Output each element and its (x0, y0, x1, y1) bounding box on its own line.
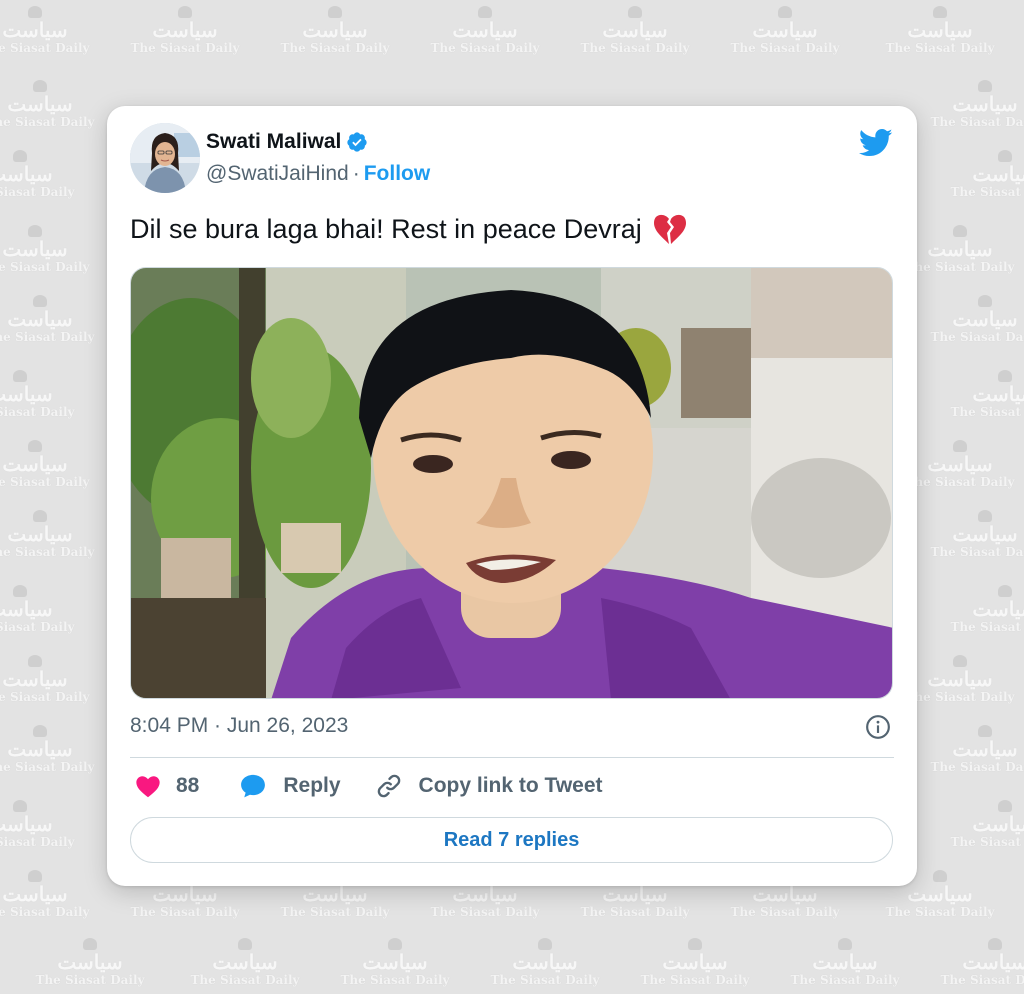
heart-icon (136, 776, 160, 798)
watermark: سیاستThe Siasat Daily (785, 938, 905, 986)
watermark: سیاستThe Siasat Daily (945, 370, 1024, 418)
watermark: سیاستThe Siasat Daily (925, 725, 1024, 773)
author-row: Swati Maliwal (206, 130, 368, 154)
separator-dot: · (352, 162, 360, 185)
watermark: سیاستThe Siasat Daily (0, 655, 95, 703)
author-name[interactable]: Swati Maliwal (206, 130, 341, 154)
link-icon (377, 774, 400, 798)
broken-heart-emoji-icon (653, 214, 686, 244)
watermark: سیاستThe Siasat Daily (0, 80, 100, 128)
watermark: سیاستThe Siasat Daily (880, 6, 1000, 54)
watermark: سیاستThe Siasat Daily (900, 440, 1020, 488)
watermark: سیاستThe Siasat Daily (935, 938, 1024, 986)
actions-bar: 88 Reply Copy link to Tweet (134, 772, 603, 800)
verified-badge-icon (347, 132, 367, 152)
watermark: سیاستThe Siasat Daily (925, 295, 1024, 343)
watermark: سیاستThe Siasat Daily (925, 510, 1024, 558)
watermark: سیاستThe Siasat Daily (485, 938, 605, 986)
author-handle[interactable]: @SwatiJaiHind (206, 162, 349, 185)
watermark: سیاستThe Siasat Daily (0, 295, 100, 343)
like-button[interactable]: 88 (134, 772, 239, 800)
like-count: 88 (176, 774, 200, 797)
reply-label: Reply (283, 774, 341, 797)
watermark: سیاستThe Siasat Daily (185, 938, 305, 986)
twitter-bird-icon[interactable] (859, 128, 893, 158)
tweet-text: Dil se bura laga bhai! Rest in peace Dev… (130, 213, 642, 244)
follow-button[interactable]: Follow (364, 162, 431, 185)
avatar[interactable] (130, 123, 200, 193)
copy-link-button[interactable]: Copy link to Tweet (375, 772, 603, 800)
watermark: سیاستThe Siasat Daily (945, 585, 1024, 633)
tweet-timestamp[interactable]: 8:04 PM · Jun 26, 2023 (130, 714, 348, 738)
tweet-text-row: Dil se bura laga bhai! Rest in peace Dev… (130, 213, 688, 245)
tweet-media[interactable] (130, 267, 893, 699)
watermark: سیاستThe Siasat Daily (0, 150, 80, 198)
handle-row: @SwatiJaiHind · Follow (206, 162, 430, 186)
watermark: سیاستThe Siasat Daily (945, 150, 1024, 198)
watermark: سیاستThe Siasat Daily (275, 6, 395, 54)
watermark: سیاستThe Siasat Daily (0, 510, 100, 558)
watermark: سیاستThe Siasat Daily (0, 585, 80, 633)
watermark: سیاستThe Siasat Daily (725, 6, 845, 54)
divider (130, 757, 894, 758)
copy-link-label: Copy link to Tweet (418, 774, 603, 797)
watermark: سیاستThe Siasat Daily (945, 800, 1024, 848)
watermark: سیاستThe Siasat Daily (900, 225, 1020, 273)
watermark: سیاستThe Siasat Daily (0, 440, 95, 488)
read-replies-button[interactable]: Read 7 replies (130, 817, 893, 863)
watermark: سیاستThe Siasat Daily (30, 938, 150, 986)
avatar-photo (130, 123, 200, 193)
watermark: سیاستThe Siasat Daily (0, 6, 95, 54)
watermark: سیاستThe Siasat Daily (0, 800, 80, 848)
watermark: سیاستThe Siasat Daily (900, 655, 1020, 703)
watermark: سیاستThe Siasat Daily (0, 225, 95, 273)
watermark: سیاستThe Siasat Daily (575, 6, 695, 54)
info-icon[interactable] (865, 714, 891, 740)
watermark: سیاستThe Siasat Daily (0, 870, 95, 918)
reply-button[interactable]: Reply (239, 772, 374, 800)
watermark: سیاستThe Siasat Daily (125, 6, 245, 54)
reply-bubble-icon (241, 774, 266, 798)
watermark: سیاستThe Siasat Daily (925, 80, 1024, 128)
watermark: سیاستThe Siasat Daily (425, 6, 545, 54)
watermark: سیاستThe Siasat Daily (0, 725, 100, 773)
watermark: سیاستThe Siasat Daily (335, 938, 455, 986)
video-thumbnail (131, 268, 892, 698)
watermark: سیاستThe Siasat Daily (0, 370, 80, 418)
watermark: سیاستThe Siasat Daily (635, 938, 755, 986)
tweet-card: Swati Maliwal @SwatiJaiHind · Follow Dil s… (107, 106, 917, 886)
